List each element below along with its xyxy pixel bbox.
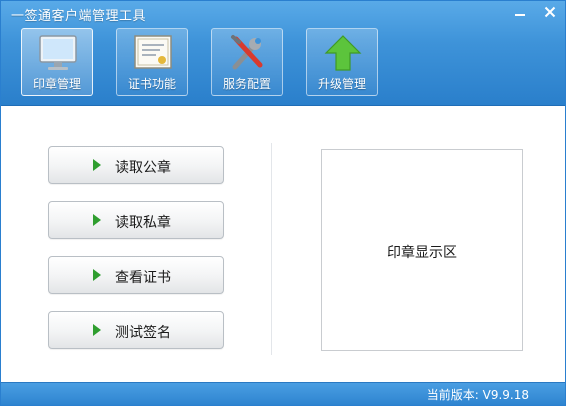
button-label: 读取公章 xyxy=(115,160,171,176)
read-private-seal-button[interactable]: 读取私章 xyxy=(48,201,224,239)
read-public-seal-button[interactable]: 读取公章 xyxy=(48,146,224,184)
close-icon xyxy=(544,6,556,18)
certificate-icon xyxy=(134,35,172,69)
toolbar-label: 服务配置 xyxy=(222,77,271,91)
seal-display-area: 印章显示区 xyxy=(321,149,523,351)
monitor-icon xyxy=(39,35,77,70)
toolbar-seal-management[interactable]: 印章管理 xyxy=(21,28,93,96)
toolbar-label: 升级管理 xyxy=(317,77,366,91)
tools-icon xyxy=(231,35,263,70)
vertical-divider xyxy=(271,143,272,355)
play-arrow-icon xyxy=(93,214,101,226)
button-label: 查看证书 xyxy=(115,270,171,286)
toolbar-label: 印章管理 xyxy=(32,77,81,91)
toolbar-certificate[interactable]: 证书功能 xyxy=(116,28,188,96)
header: 一签通客户端管理工具 印章管理 证书功能 服务配置 升级管理 xyxy=(1,1,565,106)
upgrade-arrow-icon xyxy=(324,35,362,71)
button-label: 测试签名 xyxy=(115,325,171,341)
toolbar-upgrade[interactable]: 升级管理 xyxy=(306,28,378,96)
app-window: 一签通客户端管理工具 印章管理 证书功能 服务配置 升级管理 读取公章 读取私章… xyxy=(0,0,566,406)
view-certificate-button[interactable]: 查看证书 xyxy=(48,256,224,294)
button-label: 读取私章 xyxy=(115,215,171,231)
window-title: 一签通客户端管理工具 xyxy=(11,9,147,24)
toolbar-label: 证书功能 xyxy=(127,77,176,91)
minimize-button[interactable] xyxy=(507,1,533,23)
test-signature-button[interactable]: 测试签名 xyxy=(48,311,224,349)
version-label: 当前版本: V9.9.18 xyxy=(426,388,529,402)
minimize-icon xyxy=(515,14,525,16)
seal-display-label: 印章显示区 xyxy=(387,245,457,261)
close-button[interactable] xyxy=(537,1,563,23)
play-arrow-icon xyxy=(93,269,101,281)
play-arrow-icon xyxy=(93,324,101,336)
toolbar-service-config[interactable]: 服务配置 xyxy=(211,28,283,96)
status-bar: 当前版本: V9.9.18 xyxy=(1,382,565,405)
play-arrow-icon xyxy=(93,159,101,171)
